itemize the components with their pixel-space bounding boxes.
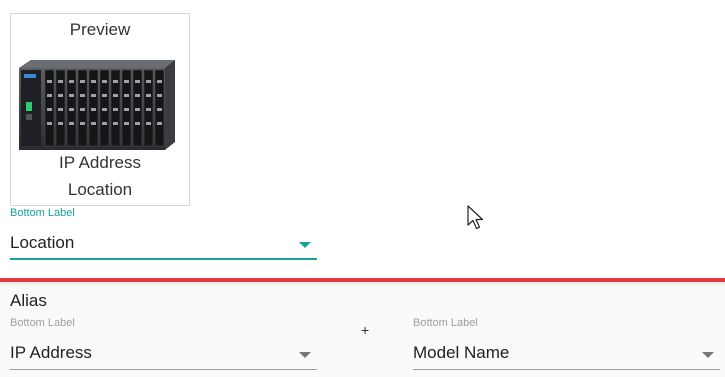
preview-line-location: Location [67, 180, 133, 199]
preview-title: Preview [69, 20, 131, 39]
device-image [19, 60, 175, 150]
alias-left-caption: Bottom Label [10, 317, 75, 329]
dropdown-caret-icon [299, 352, 311, 358]
dropdown-caret-icon [299, 242, 311, 248]
alias-right-select[interactable]: Model Name [413, 340, 720, 370]
alias-right-caption: Bottom Label [413, 317, 478, 329]
dropdown-caret-icon [702, 352, 714, 358]
preview-card: Preview IP Address Location [10, 13, 190, 206]
bottom-label-caption: Bottom Label [10, 207, 75, 219]
alias-left-value: IP Address [10, 343, 92, 362]
bottom-label-select[interactable]: Location [10, 230, 317, 260]
plus-separator: + [361, 322, 370, 338]
mouse-pointer-icon [467, 205, 484, 230]
alias-left-select[interactable]: IP Address [10, 340, 317, 370]
alias-title: Alias [10, 291, 47, 310]
bottom-label-value: Location [10, 233, 75, 252]
preview-line-ip-address: IP Address [59, 153, 141, 172]
alias-right-value: Model Name [413, 343, 510, 362]
